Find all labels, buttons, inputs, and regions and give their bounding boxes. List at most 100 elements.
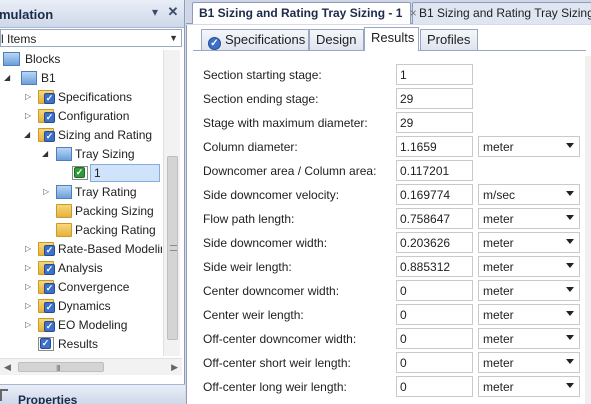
chevron-down-icon <box>566 335 574 340</box>
column-diameter-unit-select[interactable]: meter <box>478 136 580 157</box>
downcomer-area-ratio-field[interactable]: 0.117201 <box>396 160 473 181</box>
tree-item-specifications[interactable]: ▷ ✓ Specifications <box>0 88 162 106</box>
navigation-title: mulation <box>0 7 54 22</box>
scroll-grip-icon <box>170 245 177 251</box>
results-form: ✓ Specifications Design Results Profiles … <box>186 25 591 404</box>
field-label: Side downcomer velocity: <box>203 188 340 202</box>
side-downcomer-velocity-field[interactable]: 0.169774 <box>396 184 473 205</box>
chevron-down-icon <box>566 359 574 364</box>
tab-design[interactable]: Design <box>309 29 364 51</box>
collapse-arrow-icon[interactable]: ▷ <box>25 321 33 329</box>
navigation-filter-dropdown[interactable]: l Items ▼ <box>0 29 182 47</box>
collapse-arrow-icon[interactable]: ▷ <box>25 245 33 253</box>
off-center-long-weir-length-unit-select[interactable]: meter <box>478 376 580 397</box>
tree-item-packing-sizing[interactable]: Packing Sizing <box>0 202 162 220</box>
tree-item-label: B1 <box>41 71 56 85</box>
section-ending-stage-field[interactable]: 29 <box>396 88 473 109</box>
side-downcomer-velocity-unit-select[interactable]: m/sec <box>478 184 580 205</box>
collapse-arrow-icon[interactable]: ▷ <box>25 283 33 291</box>
max-diameter-stage-field[interactable]: 29 <box>396 112 473 133</box>
tree-item-b1[interactable]: ◢ B1 <box>0 69 162 87</box>
tree-item-label: Analysis <box>58 261 103 275</box>
collapse-arrow-icon[interactable]: ▷ <box>25 264 33 272</box>
column-diameter-field[interactable]: 1.1659 <box>396 136 473 157</box>
field-label: Off-center short weir length: <box>203 356 351 370</box>
tree-horizontal-scrollbar[interactable]: ◀ III ▶ <box>0 358 182 375</box>
navigation-tree: Blocks ◢ B1 ▷ ✓ Specifications ▷ ✓ Confi… <box>0 50 162 356</box>
form-vertical-scrollbar[interactable] <box>585 56 591 404</box>
scroll-right-icon[interactable]: ▶ <box>171 362 178 373</box>
folder-check-icon: ✓ <box>38 261 55 275</box>
off-center-long-weir-length-field[interactable]: 0 <box>396 376 473 397</box>
field-label: Downcomer area / Column area: <box>203 164 377 178</box>
tree-item-sizing-and-rating[interactable]: ◢ ✓ Sizing and Rating <box>0 126 162 144</box>
scroll-left-icon[interactable]: ◀ <box>4 362 11 373</box>
expand-arrow-icon[interactable]: ◢ <box>42 150 50 158</box>
scroll-grip-icon: III <box>56 364 61 373</box>
tree-item-tray-sizing-1[interactable]: ✓ 1 <box>0 164 162 182</box>
navigation-pane: mulation ▾ ✕ l Items ▼ Blocks ◢ B1 ▷ ✓ S… <box>0 0 185 404</box>
off-center-short-weir-length-unit-select[interactable]: meter <box>478 352 580 373</box>
sub-tab-label: Results <box>371 30 415 45</box>
field-label: Column diameter: <box>203 140 298 154</box>
tree-item-configuration[interactable]: ▷ ✓ Configuration <box>0 107 162 125</box>
properties-panel-header[interactable]: Properties <box>0 384 185 404</box>
expand-arrow-icon[interactable]: ◢ <box>4 74 12 82</box>
tree-item-packing-rating[interactable]: Packing Rating <box>0 221 162 239</box>
chevron-down-icon <box>566 287 574 292</box>
folder-check-icon: ✓ <box>38 299 55 313</box>
close-icon[interactable]: × <box>410 3 417 23</box>
side-downcomer-width-unit-select[interactable]: meter <box>478 232 580 253</box>
side-downcomer-width-field[interactable]: 0.203626 <box>396 232 473 253</box>
tab-results[interactable]: Results <box>364 27 419 51</box>
off-center-downcomer-width-field[interactable]: 0 <box>396 328 473 349</box>
scrollbar-thumb[interactable]: III <box>18 362 104 373</box>
close-icon[interactable]: ✕ <box>166 5 180 19</box>
field-label: Center downcomer width: <box>203 284 340 298</box>
tab-profiles[interactable]: Profiles <box>420 29 478 51</box>
center-downcomer-width-unit-select[interactable]: meter <box>478 280 580 301</box>
collapse-arrow-icon[interactable]: ▷ <box>25 112 33 120</box>
field-label: Section starting stage: <box>203 68 322 82</box>
tree-item-label: Tray Rating <box>75 185 137 199</box>
collapse-arrow-icon[interactable]: ▷ <box>25 302 33 310</box>
tab-specifications[interactable]: ✓ Specifications <box>201 29 309 51</box>
unit-value: meter <box>483 308 514 322</box>
center-downcomer-width-field[interactable]: 0 <box>396 280 473 301</box>
tree-item-tray-rating[interactable]: ▷ Tray Rating <box>0 183 162 201</box>
field-label: Off-center long weir length: <box>203 380 347 394</box>
flow-path-length-unit-select[interactable]: meter <box>478 208 580 229</box>
document-tab-strip: B1 Sizing and Rating Tray Sizing - 1 × B… <box>186 0 591 24</box>
off-center-downcomer-width-unit-select[interactable]: meter <box>478 328 580 349</box>
off-center-short-weir-length-field[interactable]: 0 <box>396 352 473 373</box>
expand-arrow-icon[interactable]: ◢ <box>24 131 32 139</box>
tree-item-label: Dynamics <box>58 299 111 313</box>
center-weir-length-unit-select[interactable]: meter <box>478 304 580 325</box>
blue-folder-icon <box>56 147 72 161</box>
tree-item-results[interactable]: ✓ Results <box>0 335 162 353</box>
tree-item-blocks[interactable]: Blocks <box>0 50 162 68</box>
tree-item-rate-based-modeling[interactable]: ▷ ✓ Rate-Based Modelin <box>0 240 162 258</box>
collapse-arrow-icon[interactable]: ▷ <box>43 188 51 196</box>
tree-item-convergence[interactable]: ▷ ✓ Convergence <box>0 278 162 296</box>
tree-vertical-scrollbar[interactable] <box>163 50 180 356</box>
scrollbar-thumb[interactable] <box>167 156 178 340</box>
tree-item-eo-modeling[interactable]: ▷ ✓ EO Modeling <box>0 316 162 334</box>
tab-label: B1 Sizing and Rating Tray Sizing <box>419 6 591 20</box>
chevron-down-icon <box>566 239 574 244</box>
tree-item-tray-sizing[interactable]: ◢ Tray Sizing <box>0 145 162 163</box>
tab-tray-sizing[interactable]: B1 Sizing and Rating Tray Sizing <box>412 2 591 24</box>
pin-icon[interactable]: ▾ <box>148 5 162 19</box>
side-weir-length-unit-select[interactable]: meter <box>478 256 580 277</box>
folder-icon <box>56 204 72 218</box>
center-weir-length-field[interactable]: 0 <box>396 304 473 325</box>
sub-tab-label: Profiles <box>427 32 471 47</box>
side-weir-length-field[interactable]: 0.885312 <box>396 256 473 277</box>
collapse-arrow-icon[interactable]: ▷ <box>25 93 33 101</box>
tree-item-dynamics[interactable]: ▷ ✓ Dynamics <box>0 297 162 315</box>
sub-tab-label: Design <box>316 32 357 47</box>
tab-tray-sizing-1[interactable]: B1 Sizing and Rating Tray Sizing - 1 × <box>192 2 417 24</box>
section-starting-stage-field[interactable]: 1 <box>396 64 473 85</box>
tree-item-analysis[interactable]: ▷ ✓ Analysis <box>0 259 162 277</box>
flow-path-length-field[interactable]: 0.758647 <box>396 208 473 229</box>
